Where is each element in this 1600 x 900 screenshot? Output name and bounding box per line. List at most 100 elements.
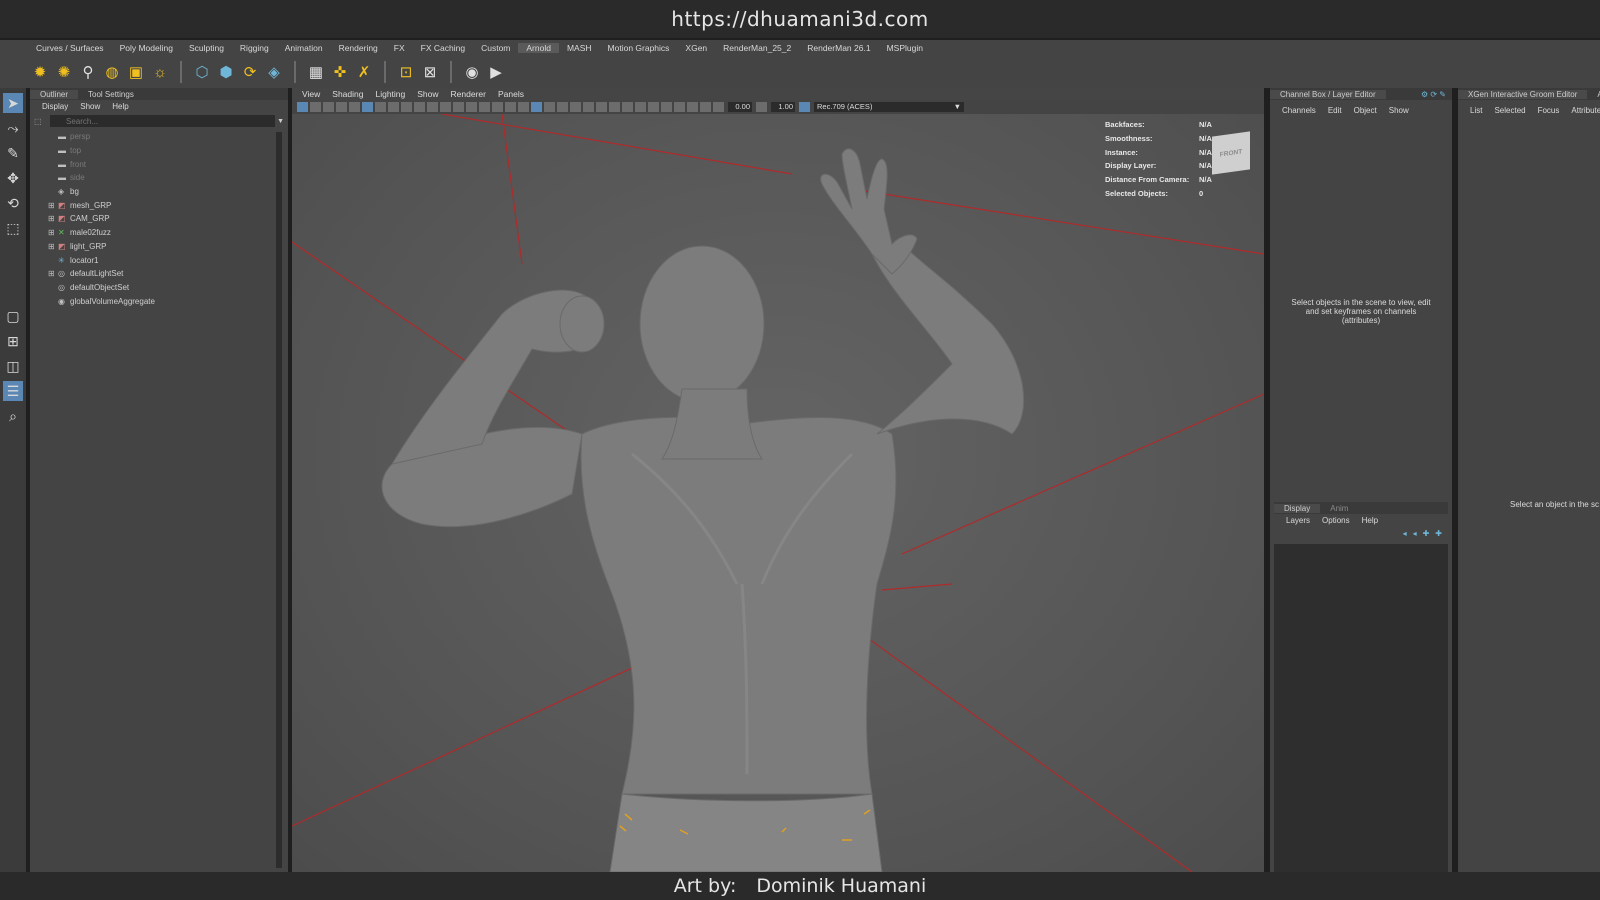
outliner-item[interactable]: ◉ globalVolumeAggregate xyxy=(48,294,288,308)
outliner-item[interactable]: ⊞ ◩ CAM_GRP xyxy=(48,212,288,226)
wireframe-icon[interactable] xyxy=(479,102,490,112)
safe-title-icon[interactable] xyxy=(453,102,464,112)
shelf-tab[interactable]: Rendering xyxy=(331,43,386,53)
outliner-item[interactable]: ◎ defaultObjectSet xyxy=(48,281,288,295)
magnify-icon[interactable]: ⌕ xyxy=(3,406,23,426)
safe-action-icon[interactable] xyxy=(440,102,451,112)
expand-icon[interactable]: ⊞ xyxy=(48,242,58,251)
search-dropdown-icon[interactable]: ▼ xyxy=(277,118,284,125)
xgen-menu-attributes[interactable]: Attributes xyxy=(1565,106,1600,115)
shelf-tab[interactable]: Arnold xyxy=(518,43,559,53)
mesh-light-icon[interactable]: ▣ xyxy=(127,63,145,81)
shader-icon[interactable]: ⬡ xyxy=(193,63,211,81)
anti-aliasing-icon[interactable] xyxy=(596,102,607,112)
outliner-item[interactable]: ⊞ ◎ defaultLightSet xyxy=(48,267,288,281)
shelf-tab[interactable]: Poly Modeling xyxy=(112,43,181,53)
ipr-icon[interactable]: ⟳ xyxy=(241,63,259,81)
single-view-icon[interactable]: ▢ xyxy=(3,306,23,326)
outliner-item[interactable]: ⊞ ◩ light_GRP xyxy=(48,240,288,254)
2d-pan-icon[interactable] xyxy=(349,102,360,112)
move-layer-down-icon[interactable]: ◂ xyxy=(1413,529,1417,538)
tab-anim-layers[interactable]: Anim xyxy=(1320,504,1358,513)
skydome-light-icon[interactable]: ◍ xyxy=(103,63,121,81)
viewport-scene[interactable]: Backfaces: N/A Smoothness: N/A Instance: N/A D… xyxy=(292,114,1264,872)
outliner-item[interactable]: ▬ side xyxy=(48,171,288,185)
image-plane-icon[interactable] xyxy=(336,102,347,112)
viewport-menu-panels[interactable]: Panels xyxy=(492,89,530,99)
shelf-tab[interactable]: MASH xyxy=(559,43,600,53)
textured-icon[interactable] xyxy=(518,102,529,112)
tab-outliner[interactable]: Outliner xyxy=(30,89,79,99)
channel-box-settings-icon[interactable]: ⚙ ⟳ ✎ xyxy=(1421,90,1452,99)
cube-icon[interactable]: ◈ xyxy=(265,63,283,81)
shelf-tab[interactable]: Curves / Surfaces xyxy=(28,43,112,53)
select-camera-icon[interactable] xyxy=(297,102,308,112)
layer-menu-options[interactable]: Options xyxy=(1316,516,1356,525)
spot-light-icon[interactable]: ⚲ xyxy=(79,63,97,81)
xgen-menu-focus[interactable]: Focus xyxy=(1532,106,1566,115)
render-view-icon[interactable]: ⬢ xyxy=(217,63,235,81)
shelf-tab[interactable]: Rigging xyxy=(232,43,277,53)
all-lights-icon[interactable] xyxy=(635,102,646,112)
viewport-menu-lighting[interactable]: Lighting xyxy=(369,89,411,99)
xray-active-icon[interactable] xyxy=(687,102,698,112)
viewport-menu-shading[interactable]: Shading xyxy=(326,89,369,99)
bookmark-icon[interactable] xyxy=(323,102,334,112)
ambient-occlusion-icon[interactable] xyxy=(570,102,581,112)
menu-help[interactable]: Help xyxy=(106,102,134,111)
xray-icon[interactable] xyxy=(544,102,555,112)
move-tool-icon[interactable]: ✥ xyxy=(3,168,23,188)
resolution-gate-icon[interactable] xyxy=(401,102,412,112)
outliner-item[interactable]: ▬ top xyxy=(48,144,288,158)
remove-icon[interactable]: ✗ xyxy=(355,63,373,81)
viewcube[interactable]: FRONT xyxy=(1212,131,1250,175)
new-layer-icon[interactable]: ✚ xyxy=(1423,529,1430,538)
select-icon[interactable]: ⊠ xyxy=(421,63,439,81)
gamma-field[interactable]: 1.00 xyxy=(771,102,795,112)
shelf-tab[interactable]: Sculpting xyxy=(181,43,232,53)
outliner-item[interactable]: ⊞ ✕ male02fuzz xyxy=(48,226,288,240)
four-view-icon[interactable]: ⊞ xyxy=(3,331,23,351)
shelf-tab[interactable]: FX xyxy=(386,43,413,53)
xgen-menu-list[interactable]: List xyxy=(1464,106,1488,115)
backface-icon[interactable] xyxy=(661,102,672,112)
shelf-tab[interactable]: XGen xyxy=(677,43,715,53)
play-icon[interactable]: ▶ xyxy=(487,63,505,81)
film-gate-icon[interactable] xyxy=(388,102,399,112)
outliner-scrollbar[interactable] xyxy=(276,132,282,868)
isolate-select-icon[interactable] xyxy=(700,102,711,112)
gamma-icon[interactable] xyxy=(756,102,767,112)
outliner-search-input[interactable] xyxy=(50,115,276,127)
xray-joints-icon[interactable] xyxy=(674,102,685,112)
depth-of-field-icon[interactable] xyxy=(609,102,620,112)
bounding-box-icon[interactable] xyxy=(648,102,659,112)
expand-icon[interactable]: ⊞ xyxy=(48,201,58,210)
shelf-tab[interactable]: Animation xyxy=(277,43,331,53)
exposure-icon[interactable] xyxy=(713,102,724,112)
expand-icon[interactable]: ⊞ xyxy=(48,228,58,237)
outliner-item[interactable]: ✳ locator1 xyxy=(48,253,288,267)
eye-icon[interactable]: ◉ xyxy=(463,63,481,81)
tab-tool-settings[interactable]: Tool Settings xyxy=(78,90,144,99)
paint-select-icon[interactable]: ✎ xyxy=(3,143,23,163)
outliner-layout-icon[interactable]: ☰ xyxy=(3,381,23,401)
layer-menu-help[interactable]: Help xyxy=(1356,516,1384,525)
area-light-icon[interactable]: ✹ xyxy=(31,63,49,81)
shelf-tab[interactable]: RenderMan_25_2 xyxy=(715,43,799,53)
tab-attribute-editor[interactable]: At xyxy=(1587,90,1600,99)
outliner-item[interactable]: ◈ bg xyxy=(48,185,288,199)
smooth-shade-icon[interactable] xyxy=(492,102,503,112)
color-space-dropdown[interactable]: Rec.709 (ACES) ▼ xyxy=(814,102,964,112)
camera-attributes-icon[interactable] xyxy=(310,102,321,112)
lasso-tool-icon[interactable]: ⤳ xyxy=(3,118,23,138)
viewport-menu-view[interactable]: View xyxy=(296,89,326,99)
shadows-icon[interactable] xyxy=(557,102,568,112)
snapshot-icon[interactable] xyxy=(466,102,477,112)
channel-menu-channels[interactable]: Channels xyxy=(1276,106,1322,115)
menu-display[interactable]: Display xyxy=(36,102,74,111)
isolate-icon[interactable] xyxy=(531,102,542,112)
outliner-item[interactable]: ⊞ ◩ mesh_GRP xyxy=(48,198,288,212)
tab-display-layers[interactable]: Display xyxy=(1274,503,1321,513)
pin-icon[interactable]: ✜ xyxy=(331,63,349,81)
field-chart-icon[interactable] xyxy=(427,102,438,112)
